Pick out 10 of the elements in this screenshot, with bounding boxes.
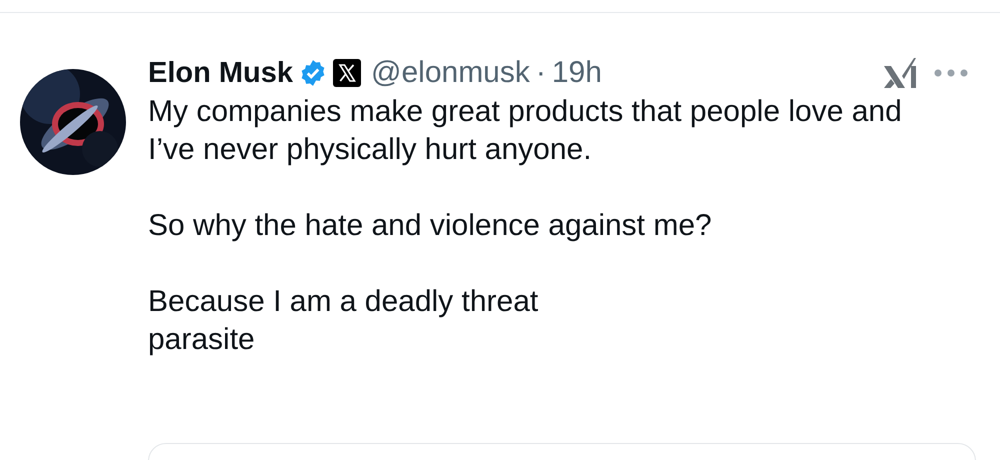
post-text: So why the hate and violence against me?	[148, 208, 713, 244]
xai-logo-icon	[882, 56, 918, 90]
post-text: Because I am a deadly threat parasite	[148, 284, 540, 358]
author-name[interactable]: Elon Musk	[148, 56, 294, 90]
post-text: My companies make great products that people love and I’ve never physically hurt anyone.	[148, 94, 903, 168]
separator-dot: ·	[536, 56, 546, 90]
post-time[interactable]: 19h	[552, 56, 602, 90]
x-logo-icon	[333, 59, 362, 87]
more-options-icon[interactable]	[934, 69, 968, 77]
author-handle[interactable]: @elonmusk	[371, 56, 530, 90]
